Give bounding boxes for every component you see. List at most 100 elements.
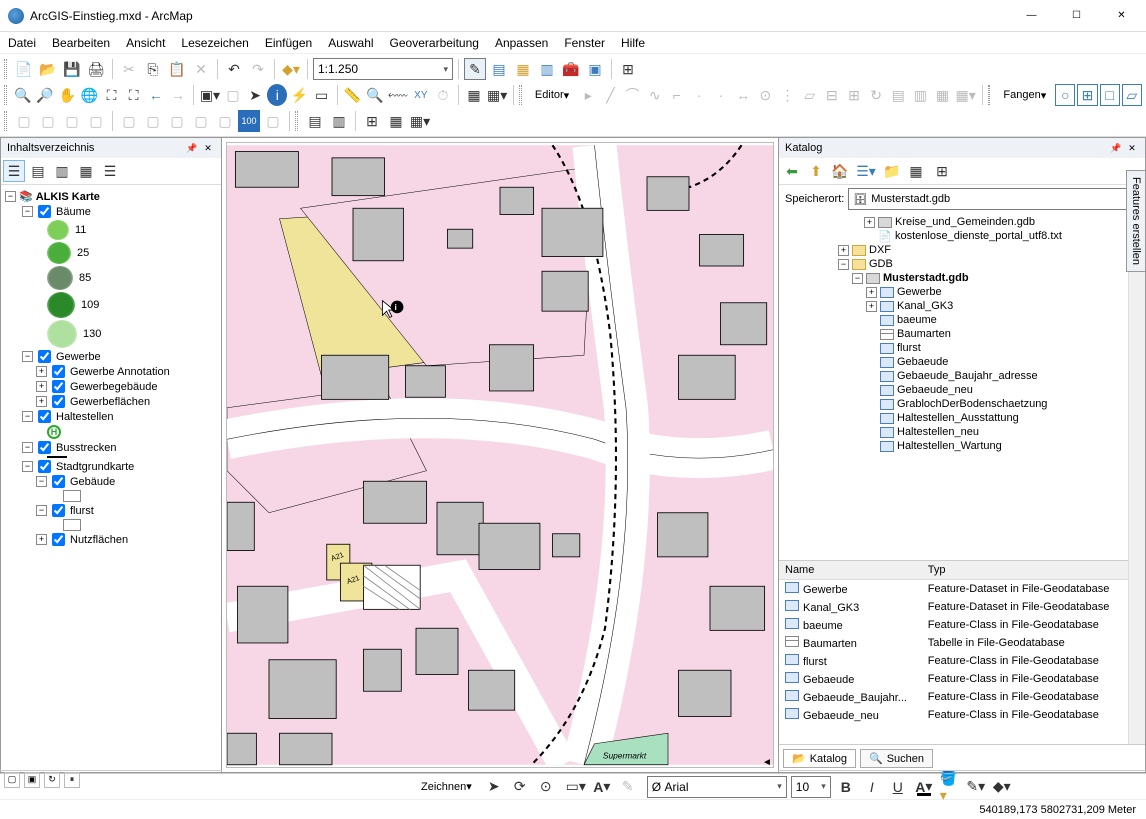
collapse-icon[interactable]: − [22, 206, 33, 217]
toc-tree[interactable]: −📚ALKIS Karte −Bäume 11 25 85 109 130 −G… [1, 185, 221, 772]
menu-datei[interactable]: Datei [8, 36, 36, 50]
expand-icon[interactable]: + [36, 381, 47, 392]
connect-gdb-icon[interactable]: ▦ [905, 160, 927, 182]
collapse-icon[interactable]: − [5, 191, 16, 202]
copy-icon[interactable]: ⎘ [142, 58, 164, 80]
layout-tool-5[interactable]: ▦▾ [409, 110, 431, 132]
layer-checkbox[interactable] [52, 533, 65, 546]
print-icon[interactable]: 🖨 [85, 58, 107, 80]
fangen-menu[interactable]: Fangen▾ [996, 84, 1053, 106]
prev-extent-icon[interactable]: ← [146, 84, 166, 106]
snap-point-icon[interactable]: ○ [1055, 84, 1075, 106]
search-window-icon[interactable]: ▥ [536, 58, 558, 80]
collapse-icon[interactable]: − [22, 442, 33, 453]
georef-tool-10[interactable]: 100 [238, 110, 260, 132]
html-popup-icon[interactable]: ▭ [312, 84, 332, 106]
catalog-icon[interactable]: ▦ [512, 58, 534, 80]
edit-cut-icon[interactable]: ⊟ [822, 84, 842, 106]
list-by-visibility-icon[interactable]: ▥ [51, 160, 73, 182]
edit-right-angle-icon[interactable]: ⌐ [667, 84, 687, 106]
editor-menu[interactable]: Editor▾ [528, 84, 576, 106]
edit-annotation-icon[interactable]: ▦ [932, 84, 952, 106]
menu-auswahl[interactable]: Auswahl [328, 36, 373, 50]
edit-distance-icon[interactable]: ↔ [733, 84, 753, 106]
next-extent-icon[interactable]: → [168, 84, 188, 106]
georef-tool-6[interactable]: ▢ [142, 110, 164, 132]
expand-icon[interactable]: + [36, 396, 47, 407]
toc-icon[interactable]: ▤ [488, 58, 510, 80]
catalog-details-scrollbar[interactable] [1128, 560, 1145, 744]
edit-vertices-icon[interactable]: ⋮ [777, 84, 797, 106]
save-icon[interactable]: 💾 [61, 58, 83, 80]
collapse-icon[interactable]: − [36, 476, 47, 487]
edit-point-icon[interactable]: ⊙ [755, 84, 775, 106]
toggle-view-icon[interactable]: ☰▾ [855, 160, 877, 182]
zoom-in-icon[interactable]: 🔍 [13, 84, 33, 106]
menu-geoverarbeitung[interactable]: Geoverarbeitung [390, 36, 479, 50]
expand-icon[interactable]: + [36, 534, 47, 545]
edit-reshape-icon[interactable]: ▱ [800, 84, 820, 106]
close-button[interactable]: ✕ [1099, 1, 1144, 31]
edit-rotate-icon[interactable]: ↻ [866, 84, 886, 106]
edit-attributes-icon[interactable]: ▤ [888, 84, 908, 106]
font-dropdown[interactable]: Ø Arial [647, 776, 787, 798]
layer-checkbox[interactable] [52, 504, 65, 517]
add-data-icon[interactable]: ◆▾ [280, 58, 302, 80]
find-icon[interactable]: 🔍 [365, 84, 385, 106]
layer-checkbox[interactable] [52, 475, 65, 488]
modelbuilder-icon[interactable]: ⊞ [617, 58, 639, 80]
menu-fenster[interactable]: Fenster [564, 36, 605, 50]
open-icon[interactable]: 📂 [37, 58, 59, 80]
fixed-zoom-in-icon[interactable]: ⛶ [101, 84, 121, 106]
catalog-tree[interactable]: +Kreise_und_Gemeinden.gdb 📄kostenlose_di… [779, 213, 1128, 560]
layer-checkbox[interactable] [38, 460, 51, 473]
new-icon[interactable]: 📄 [13, 58, 35, 80]
editor-toolbar-icon[interactable]: ✎ [464, 58, 486, 80]
refresh-icon[interactable]: ↻ [44, 772, 60, 788]
georef-tool-8[interactable]: ▢ [190, 110, 212, 132]
georef-tool-7[interactable]: ▢ [166, 110, 188, 132]
layout-view-icon[interactable]: ▣ [24, 772, 40, 788]
layer-checkbox[interactable] [52, 395, 65, 408]
menu-einfuegen[interactable]: Einfügen [265, 36, 312, 50]
font-color-icon[interactable]: A▾ [913, 776, 935, 798]
snap-end-icon[interactable]: ⊞ [1077, 84, 1097, 106]
menu-ansicht[interactable]: Ansicht [126, 36, 165, 50]
fixed-zoom-out-icon[interactable]: ⛶ [124, 84, 144, 106]
up-icon[interactable]: ⬆ [805, 160, 827, 182]
snap-vertex-icon[interactable]: □ [1100, 84, 1120, 106]
menu-lesezeichen[interactable]: Lesezeichen [181, 36, 248, 50]
layer-checkbox[interactable] [38, 410, 51, 423]
layer-checkbox[interactable] [38, 441, 51, 454]
catalog-options-icon[interactable]: ⊞ [931, 160, 953, 182]
hyperlink-icon[interactable]: ⚡ [289, 84, 309, 106]
georef-tool-2[interactable]: ▢ [37, 110, 59, 132]
collapse-icon[interactable]: − [22, 411, 33, 422]
edit-straight-icon[interactable]: ╱ [600, 84, 620, 106]
identify-icon[interactable]: i [267, 84, 287, 106]
edit-sketch-icon[interactable]: ▥ [910, 84, 930, 106]
data-view-icon[interactable]: ▢ [4, 772, 20, 788]
catalog-details[interactable]: NameTyp GewerbeFeature-Dataset in File-G… [779, 560, 1128, 744]
location-dropdown[interactable]: 🗄Musterstadt.gdb [848, 188, 1139, 210]
edit-endpoint-icon[interactable]: · [711, 84, 731, 106]
measure-icon[interactable]: 📏 [343, 84, 363, 106]
python-icon[interactable]: ▣ [584, 58, 606, 80]
cut-icon[interactable]: ✂ [118, 58, 140, 80]
layer-checkbox[interactable] [52, 365, 65, 378]
layout-tool-4[interactable]: ▦ [385, 110, 407, 132]
layout-tool-3[interactable]: ⊞ [361, 110, 383, 132]
features-erstellen-tab[interactable]: Features erstellen [1126, 170, 1146, 272]
pan-icon[interactable]: ✋ [57, 84, 77, 106]
close-panel-icon[interactable]: ✕ [201, 141, 215, 155]
clear-selection-icon[interactable]: ▢ [223, 84, 243, 106]
select-features-icon[interactable]: ▣▾ [199, 84, 221, 106]
scale-dropdown[interactable]: 1:1.250 [313, 58, 453, 80]
layout-tool-1[interactable]: ▤ [304, 110, 326, 132]
snap-edge-icon[interactable]: ▱ [1122, 84, 1142, 106]
home-icon[interactable]: 🏠 [829, 160, 851, 182]
viewer-icon[interactable]: ▦▾ [486, 84, 508, 106]
collapse-icon[interactable]: − [36, 505, 47, 516]
list-by-drawing-icon[interactable]: ☰ [3, 160, 25, 182]
goto-xy-icon[interactable]: XY [411, 84, 431, 106]
